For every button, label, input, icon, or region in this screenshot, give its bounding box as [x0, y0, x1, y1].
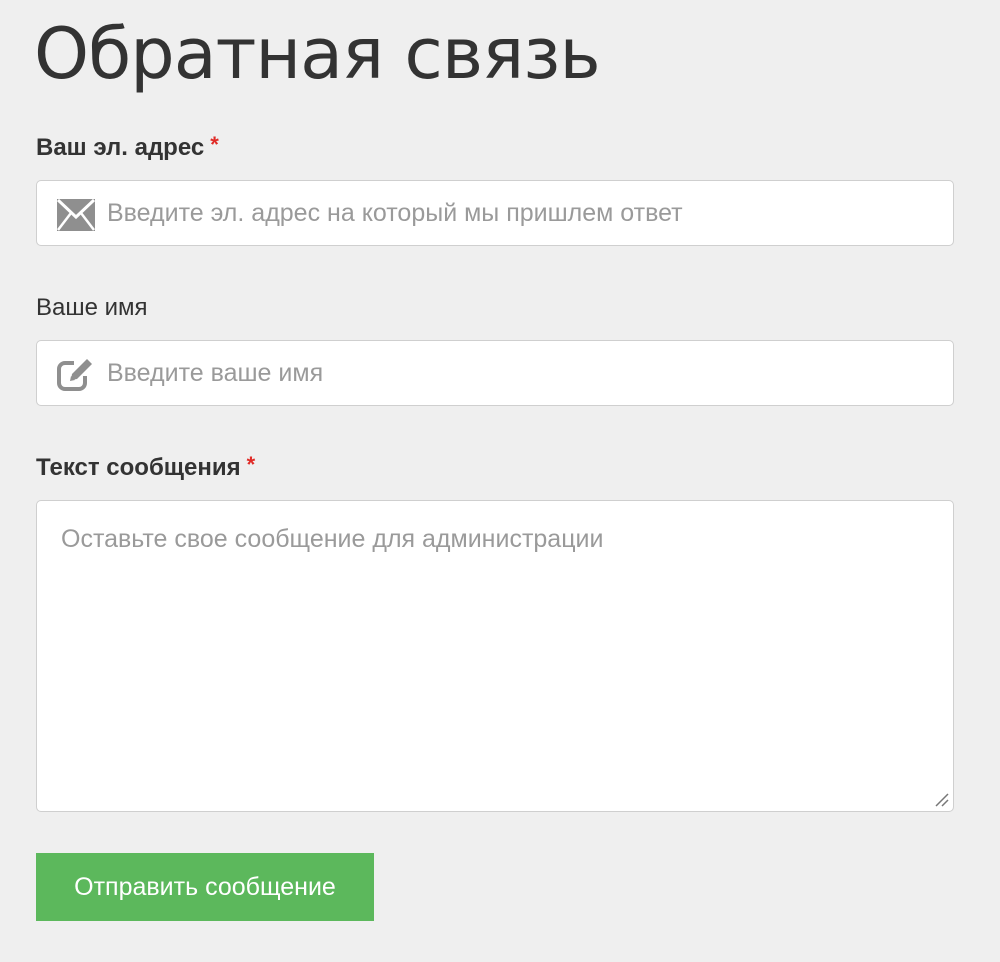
page-title: Обратная связь	[34, 13, 601, 95]
edit-icon	[57, 358, 95, 391]
resize-handle-icon[interactable]	[933, 791, 949, 807]
email-label-text: Ваш эл. адрес	[36, 134, 205, 161]
name-field-box[interactable]	[36, 340, 954, 406]
message-label-text: Текст сообщения	[36, 454, 241, 481]
email-field-box[interactable]	[36, 180, 954, 246]
message-textarea[interactable]	[61, 523, 931, 783]
email-required-mark: *	[210, 132, 219, 157]
message-required-mark: *	[246, 452, 256, 477]
submit-button[interactable]: Отправить сообщение	[36, 853, 374, 921]
envelope-icon	[57, 199, 95, 231]
email-input[interactable]	[107, 181, 937, 245]
message-field-box[interactable]	[36, 500, 954, 812]
email-label: Ваш эл. адрес *	[36, 132, 219, 163]
name-label: Ваше имя	[36, 294, 148, 321]
name-input[interactable]	[107, 341, 937, 405]
message-label: Текст сообщения *	[36, 452, 256, 483]
